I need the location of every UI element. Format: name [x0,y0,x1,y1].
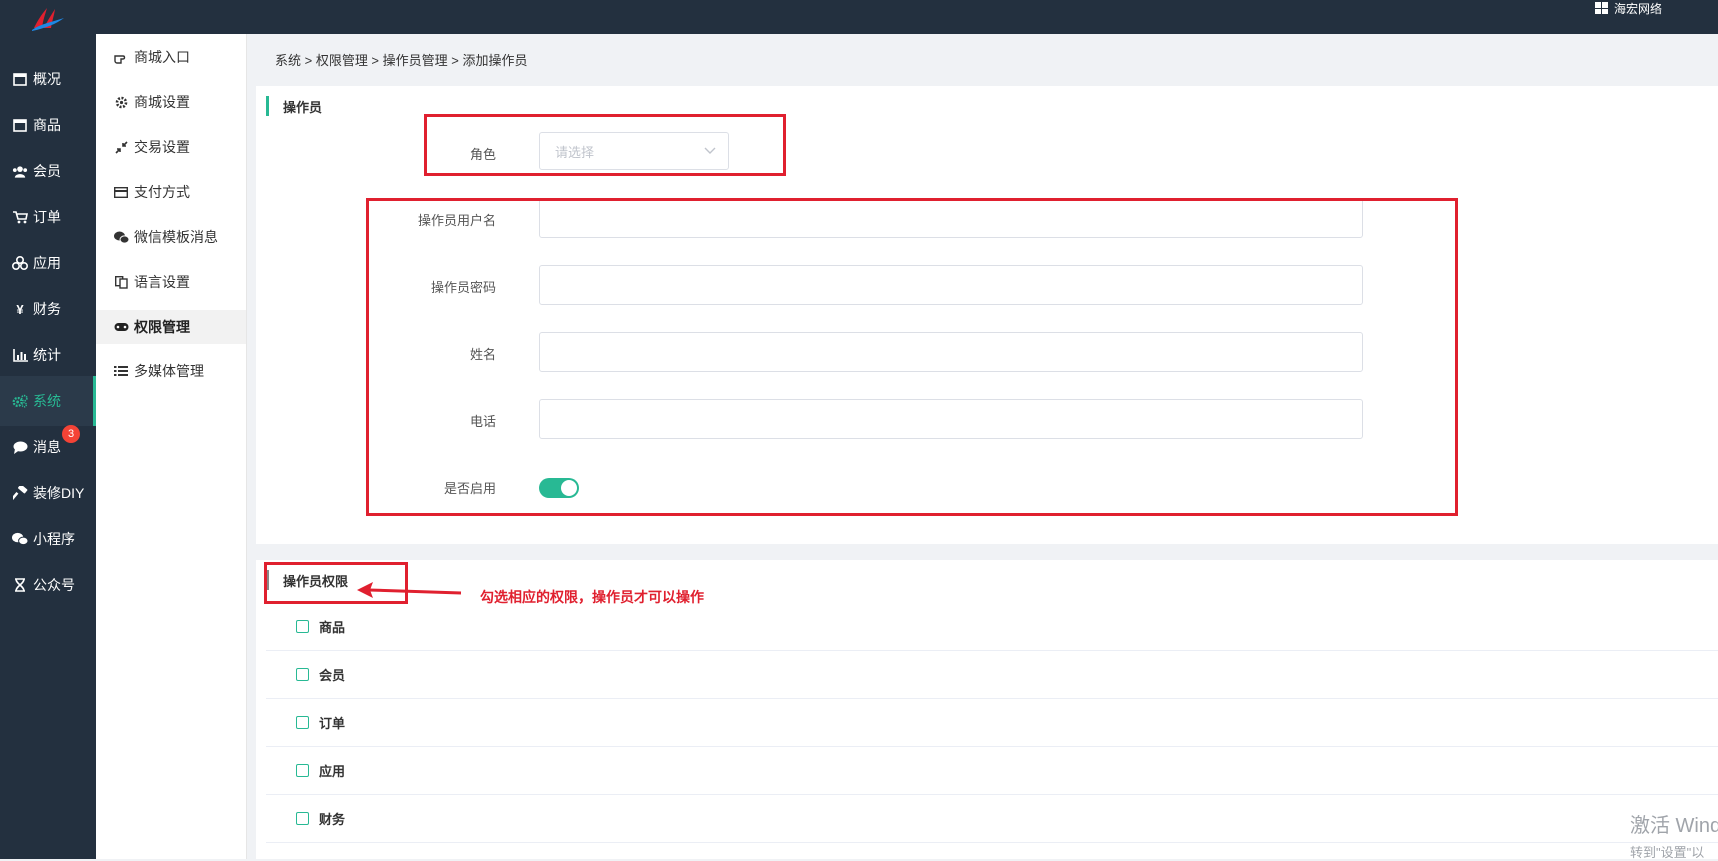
hammer-icon [12,486,28,500]
permission-checkbox[interactable] [296,763,309,777]
language-icon [113,275,129,289]
nav-item-orders[interactable]: 订单 [0,192,96,242]
brand-name: 海宏网络 [1613,1,1662,16]
nav-item-label: 系统 [33,393,61,409]
windows-activation-subtext: 转到"设置"以 [1630,845,1705,860]
nav-item-label: 财务 [33,301,61,317]
sub-item-label: 微信模板消息 [134,229,218,245]
credit-card-icon [113,186,129,198]
operator-fields-highlight-box [366,198,1458,516]
users-icon [12,165,28,178]
operator-section-title: 操作员 [266,96,322,116]
sub-item-wechat-template[interactable]: 微信模板消息 [96,220,246,254]
nav-item-label: 统计 [33,347,61,363]
nav-item-decoration[interactable]: 装修DIY [0,468,96,518]
sub-item-language-settings[interactable]: 语言设置 [96,265,246,299]
sub-item-mall-entry[interactable]: 商城入口 [96,40,246,74]
nav-item-members[interactable]: 会员 [0,146,96,196]
permission-checkbox[interactable] [296,619,309,633]
gear-icon [113,96,129,109]
hand-pointer-icon [113,51,129,64]
nav-item-label: 概况 [33,71,61,87]
nav-item-overview[interactable]: 概况 [0,54,96,104]
nav-item-mini-program[interactable]: 小程序 [0,514,96,564]
wechat-icon [12,532,28,546]
nav-item-label: 消息 [33,439,61,455]
windows-activation-watermark: 激活 Windo [1630,815,1718,837]
brand-menu[interactable]: 海宏网络 [1594,0,1662,16]
nav-item-label: 小程序 [33,531,75,547]
permission-checkbox[interactable] [296,667,309,681]
hourglass-icon [12,578,28,592]
permission-checkbox[interactable] [296,715,309,729]
permission-label: 应用 [319,763,346,779]
gears-icon [12,394,28,408]
permission-label: 商品 [319,619,346,635]
sub-item-label: 支付方式 [134,184,190,200]
permission-label: 订单 [319,715,346,731]
permission-checkbox[interactable] [296,811,309,825]
bar-chart-icon [12,348,28,362]
sub-item-label: 权限管理 [134,319,190,335]
sub-item-label: 商城入口 [134,49,190,65]
permission-label: 财务 [319,811,346,827]
nav-item-system[interactable]: 系统 [0,376,96,426]
nav-item-label: 公众号 [33,577,75,593]
breadcrumb: 系统 > 权限管理 > 操作员管理 > 添加操作员 [275,53,528,68]
sub-nav: 商城入口 商城设置 交易设置 支付方式 微信模板消息 语言设置 权限管理 多媒体… [96,34,247,859]
apps-icon [12,256,28,270]
permission-row-orders[interactable]: 订单 [266,698,1718,747]
nav-item-label: 商品 [33,117,61,133]
compress-icon [113,140,129,154]
annotation-arrow-icon [357,582,462,598]
top-bar: 海宏网络 [0,0,1718,34]
permission-row-apps[interactable]: 应用 [266,746,1718,795]
permission-row-members[interactable]: 会员 [266,650,1718,699]
nav-item-label: 装修DIY [33,485,85,501]
left-nav: 概况 商品 会员 订单 应用 ¥ 财务 统计 系统 消息 3 装修DIY 小程序 [0,34,96,859]
chat-icon [12,441,28,454]
message-count-badge: 3 [62,425,80,443]
sub-item-label: 商城设置 [134,94,190,110]
nav-item-official-account[interactable]: 公众号 [0,560,96,610]
sub-item-mall-settings[interactable]: 商城设置 [96,85,246,119]
nav-item-label: 会员 [33,163,61,179]
goods-icon [12,118,28,132]
nav-item-label: 应用 [33,255,61,271]
wechat-icon [113,231,129,244]
list-icon [113,365,129,377]
nav-item-goods[interactable]: 商品 [0,100,96,150]
sub-item-trade-settings[interactable]: 交易设置 [96,130,246,164]
windows-grid-icon [1594,2,1608,14]
sub-item-permission-management[interactable]: 权限管理 [96,310,246,344]
yen-icon: ¥ [16,301,24,317]
gamepad-icon [113,322,129,332]
cart-icon [12,210,28,224]
permission-row-goods[interactable]: 商品 [266,602,1718,651]
annotation-text: 勾选相应的权限，操作员才可以操作 [480,589,704,605]
role-highlight-box [424,114,786,176]
sub-item-payment-methods[interactable]: 支付方式 [96,175,246,209]
sub-item-media-management[interactable]: 多媒体管理 [96,354,246,388]
nav-item-statistics[interactable]: 统计 [0,330,96,380]
nav-item-label: 订单 [33,209,61,225]
sub-item-label: 多媒体管理 [134,363,204,379]
dashboard-icon [12,72,28,86]
sub-item-label: 语言设置 [134,274,190,290]
permission-label: 会员 [319,667,346,683]
sub-item-label: 交易设置 [134,139,190,155]
nav-item-finance[interactable]: ¥ 财务 [0,284,96,334]
permission-row-finance[interactable]: 财务 [266,794,1718,843]
nav-item-apps[interactable]: 应用 [0,238,96,288]
permission-panel: 操作员权限 商品 会员 订单 应用 财务 [256,560,1718,859]
logo-icon[interactable] [30,6,66,32]
nav-item-messages[interactable]: 消息 3 [0,422,96,472]
